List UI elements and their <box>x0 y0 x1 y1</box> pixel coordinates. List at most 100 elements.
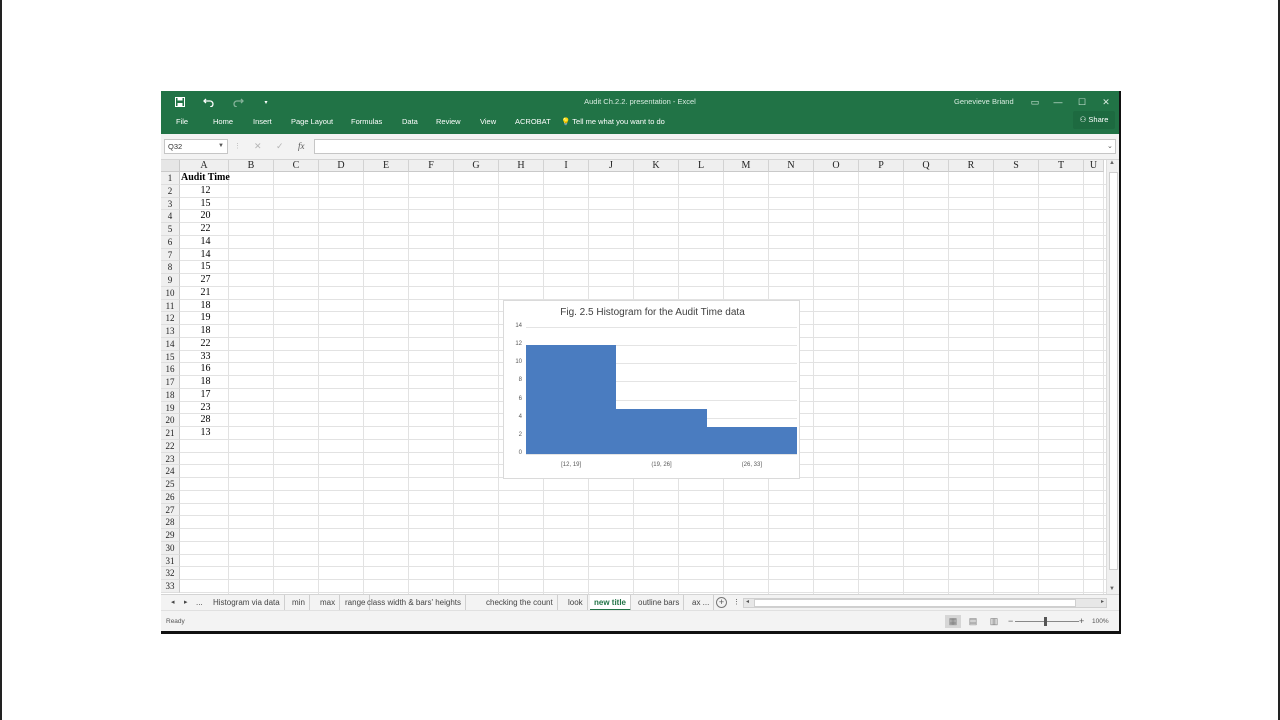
hscroll-thumb[interactable] <box>754 599 1076 607</box>
row-header-13[interactable]: 13 <box>161 325 180 338</box>
zoom-slider-thumb[interactable] <box>1044 617 1047 626</box>
row-header-19[interactable]: 19 <box>161 401 180 415</box>
row-header-4[interactable]: 4 <box>161 210 180 223</box>
column-header-j[interactable]: J <box>589 160 634 172</box>
row-header-7[interactable]: 7 <box>161 248 180 262</box>
chevron-down-icon[interactable]: ▼ <box>218 140 224 153</box>
row-header-31[interactable]: 31 <box>161 554 180 568</box>
histogram-chart[interactable]: Fig. 2.5 Histogram for the Audit Time da… <box>503 300 800 479</box>
tab-acrobat[interactable]: ACROBAT <box>515 113 551 134</box>
maximize-icon[interactable]: ☐ <box>1071 91 1093 113</box>
vertical-scrollbar[interactable]: ▲ ▼ <box>1106 160 1119 594</box>
scroll-right-icon[interactable]: ▸ <box>1101 598 1104 605</box>
column-header-c[interactable]: C <box>274 160 319 172</box>
select-all-corner[interactable] <box>161 160 180 172</box>
page-layout-view-icon[interactable]: ▤ <box>965 615 981 628</box>
row-header-5[interactable]: 5 <box>161 223 180 236</box>
prev-sheet-icon[interactable]: ◂ <box>171 595 175 611</box>
cell-a15[interactable]: 33 <box>181 351 230 364</box>
share-button[interactable]: ⚇ Share <box>1073 111 1115 129</box>
next-sheet-icon[interactable]: ▸ <box>184 595 188 611</box>
tab-page-layout[interactable]: Page Layout <box>291 113 333 134</box>
row-header-22[interactable]: 22 <box>161 439 180 453</box>
cell-a11[interactable]: 18 <box>181 300 230 313</box>
cell-a18[interactable]: 17 <box>181 389 230 402</box>
column-header-b[interactable]: B <box>229 160 274 172</box>
name-box[interactable]: Q32 ▼ <box>164 139 228 154</box>
column-header-o[interactable]: O <box>814 160 859 172</box>
ribbon-display-options-icon[interactable]: ▭ <box>1024 91 1046 113</box>
row-header-24[interactable]: 24 <box>161 465 180 478</box>
cell-a1-header[interactable]: Audit Time <box>181 172 230 185</box>
row-header-26[interactable]: 26 <box>161 490 180 504</box>
user-name[interactable]: Genevieve Briand <box>954 91 1014 113</box>
column-header-f[interactable]: F <box>409 160 454 172</box>
cell-a21[interactable]: 13 <box>181 427 230 440</box>
cell-a6[interactable]: 14 <box>181 236 230 249</box>
formula-input[interactable] <box>314 139 1116 154</box>
expand-formula-bar-icon[interactable]: ⌄ <box>1107 139 1113 154</box>
cell-a19[interactable]: 23 <box>181 402 230 415</box>
column-header-q[interactable]: Q <box>904 160 949 172</box>
column-header-a[interactable]: A <box>180 160 229 172</box>
sheet-tab-min[interactable]: min <box>288 595 310 611</box>
cell-a2[interactable]: 12 <box>181 185 230 198</box>
row-header-27[interactable]: 27 <box>161 503 180 517</box>
row-header-29[interactable]: 29 <box>161 529 180 542</box>
cell-a17[interactable]: 18 <box>181 376 230 389</box>
cell-a14[interactable]: 22 <box>181 338 230 351</box>
sheet-tab-max[interactable]: max <box>316 595 341 611</box>
cell-a20[interactable]: 28 <box>181 414 230 427</box>
cell-a16[interactable]: 16 <box>181 363 230 376</box>
row-header-30[interactable]: 30 <box>161 541 180 555</box>
histogram-bar[interactable] <box>706 426 797 454</box>
enter-icon[interactable]: ✓ <box>276 139 284 154</box>
histogram-bar[interactable] <box>616 408 707 454</box>
zoom-in-icon[interactable]: + <box>1079 611 1084 631</box>
column-header-r[interactable]: R <box>949 160 994 172</box>
row-header-15[interactable]: 15 <box>161 350 180 364</box>
scroll-down-icon[interactable]: ▼ <box>1109 586 1115 592</box>
row-header-20[interactable]: 20 <box>161 414 180 427</box>
histogram-bar[interactable] <box>526 345 617 454</box>
worksheet-grid[interactable]: ABCDEFGHIJKLMNOPQRSTU 1 2 3 4 5 6 7 8 9 10 11 12 13 1… <box>161 160 1106 594</box>
row-header-11[interactable]: 11 <box>161 299 180 313</box>
sheet-tab-class-width-bars-heights[interactable]: class width & bars' heights <box>363 595 467 611</box>
column-header-e[interactable]: E <box>364 160 409 172</box>
tab-insert[interactable]: Insert <box>253 113 272 134</box>
column-header-h[interactable]: H <box>499 160 544 172</box>
sheet-tab-new-title[interactable]: new title <box>590 595 632 611</box>
cell-a13[interactable]: 18 <box>181 325 230 338</box>
column-header-u[interactable]: U <box>1084 160 1104 172</box>
tell-me-search[interactable]: 💡 Tell me what you want to do <box>561 113 665 134</box>
page-break-view-icon[interactable]: ▥ <box>986 615 1002 628</box>
row-header-12[interactable]: 12 <box>161 312 180 325</box>
column-header-g[interactable]: G <box>454 160 499 172</box>
tab-view[interactable]: View <box>480 113 496 134</box>
row-header-16[interactable]: 16 <box>161 363 180 376</box>
sheet-tab-look[interactable]: look <box>564 595 588 611</box>
cell-a8[interactable]: 15 <box>181 261 230 274</box>
scroll-left-icon[interactable]: ◂ <box>746 598 749 605</box>
row-header-10[interactable]: 10 <box>161 286 180 300</box>
row-header-32[interactable]: 32 <box>161 567 180 580</box>
scroll-up-icon[interactable]: ▲ <box>1109 160 1115 166</box>
column-header-m[interactable]: M <box>724 160 769 172</box>
cell-a12[interactable]: 19 <box>181 312 230 325</box>
minimize-icon[interactable]: — <box>1047 91 1069 113</box>
row-header-33[interactable]: 33 <box>161 580 180 593</box>
horizontal-scrollbar[interactable]: ◂ ▸ <box>743 598 1107 608</box>
cell-a4[interactable]: 20 <box>181 210 230 223</box>
column-header-p[interactable]: P <box>859 160 904 172</box>
sheet-tab-outline-bars[interactable]: outline bars <box>634 595 685 611</box>
tab-formulas[interactable]: Formulas <box>351 113 382 134</box>
row-header-9[interactable]: 9 <box>161 274 180 287</box>
sheet-tab-histogram-via-data[interactable]: Histogram via data <box>209 595 285 611</box>
zoom-out-icon[interactable]: − <box>1008 611 1013 631</box>
tabs-splitter-icon[interactable]: ⋮ <box>733 595 740 611</box>
row-header-23[interactable]: 23 <box>161 452 180 466</box>
zoom-slider[interactable] <box>1015 621 1079 622</box>
add-sheet-button[interactable]: + <box>716 597 727 608</box>
row-header-25[interactable]: 25 <box>161 478 180 491</box>
more-sheets-left[interactable]: ... <box>196 595 203 611</box>
